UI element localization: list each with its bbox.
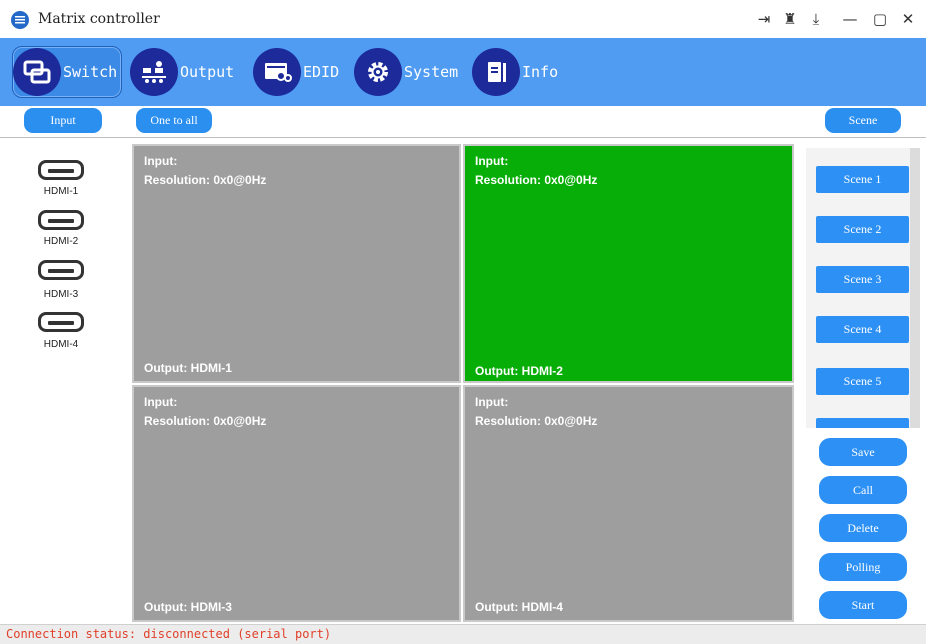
tile-resolution: Resolution: 0x0@0Hz xyxy=(144,414,267,428)
input-list: HDMI-1 HDMI-2 HDMI-3 HDMI-4 xyxy=(0,138,124,624)
minimize-button[interactable]: — xyxy=(838,7,862,31)
tab-output[interactable]: Output xyxy=(130,46,240,98)
main-toolbar: Switch Output EDID System Info xyxy=(0,38,926,106)
tab-switch[interactable]: Switch xyxy=(12,46,122,98)
one-to-all-button[interactable]: One to all xyxy=(136,108,212,133)
tile-output: Output: HDMI-1 xyxy=(144,361,232,375)
download-icon[interactable]: ⤓ xyxy=(804,7,828,31)
tab-info-label: Info xyxy=(522,63,559,81)
delete-button[interactable]: Delete xyxy=(819,514,907,542)
scene-list: Scene 1 Scene 2 Scene 3 Scene 4 Scene 5 xyxy=(806,148,920,428)
scene-item[interactable]: Scene 4 xyxy=(816,316,909,343)
tab-edid-label: EDID xyxy=(303,63,340,81)
tile-output: Output: HDMI-3 xyxy=(144,600,232,614)
tile-input: Input: xyxy=(475,154,509,168)
tile-resolution: Resolution: 0x0@0Hz xyxy=(475,414,598,428)
tab-system[interactable]: System xyxy=(354,46,464,98)
scene-item[interactable]: Scene 2 xyxy=(816,216,909,243)
status-bar: Connection status: disconnected (serial … xyxy=(0,624,926,644)
hdmi-port-icon[interactable] xyxy=(38,210,84,230)
scene-item[interactable]: Scene 1 xyxy=(816,166,909,193)
window-title: Matrix controller xyxy=(38,11,160,27)
pin-icon[interactable]: ♜ xyxy=(778,7,802,31)
input-label: HDMI-2 xyxy=(43,236,79,247)
tile-input: Input: xyxy=(475,395,509,409)
connection-status: Connection status: disconnected (serial … xyxy=(6,627,332,641)
input-button[interactable]: Input xyxy=(24,108,102,133)
tile-input: Input: xyxy=(144,154,178,168)
output-tile[interactable]: Input: Resolution: 0x0@0Hz Output: HDMI-… xyxy=(132,385,461,622)
save-button[interactable]: Save xyxy=(819,438,907,466)
scene-item[interactable]: Scene 3 xyxy=(816,266,909,293)
tab-edid[interactable]: EDID xyxy=(253,46,343,98)
output-grid: Input: Resolution: 0x0@0Hz Output: HDMI-… xyxy=(124,138,804,624)
gear-icon xyxy=(354,48,402,96)
switch-icon xyxy=(13,48,61,96)
scene-item[interactable]: Scene 5 xyxy=(816,368,909,395)
logout-icon[interactable]: ⇥ xyxy=(752,7,776,31)
tile-output: Output: HDMI-4 xyxy=(475,600,563,614)
app-icon xyxy=(11,11,29,29)
tab-switch-label: Switch xyxy=(63,63,118,81)
tab-output-label: Output xyxy=(180,63,235,81)
tile-input: Input: xyxy=(144,395,178,409)
output-tile[interactable]: Input: Resolution: 0x0@0Hz Output: HDMI-… xyxy=(132,144,461,383)
tile-resolution: Resolution: 0x0@0Hz xyxy=(144,173,267,187)
tab-info[interactable]: Info xyxy=(472,46,562,98)
edid-icon xyxy=(253,48,301,96)
maximize-button[interactable]: ▢ xyxy=(868,7,892,31)
tile-resolution: Resolution: 0x0@0Hz xyxy=(475,173,598,187)
scene-button[interactable]: Scene xyxy=(825,108,901,133)
close-button[interactable]: ✕ xyxy=(896,7,920,31)
hdmi-port-icon[interactable] xyxy=(38,260,84,280)
scene-item-partial[interactable] xyxy=(816,418,909,428)
input-label: HDMI-4 xyxy=(43,339,79,350)
output-tile[interactable]: Input: Resolution: 0x0@0Hz Output: HDMI-… xyxy=(463,385,794,622)
tab-system-label: System xyxy=(404,63,459,81)
polling-button[interactable]: Polling xyxy=(819,553,907,581)
hdmi-port-icon[interactable] xyxy=(38,160,84,180)
title-bar: Matrix controller ⇥ ♜ ⤓ — ▢ ✕ xyxy=(0,0,926,38)
output-icon xyxy=(130,48,178,96)
start-button[interactable]: Start xyxy=(819,591,907,619)
input-label: HDMI-1 xyxy=(43,186,79,197)
info-icon xyxy=(472,48,520,96)
hdmi-port-icon[interactable] xyxy=(38,312,84,332)
tile-output: Output: HDMI-2 xyxy=(475,364,563,378)
output-tile[interactable]: Input: Resolution: 0x0@0Hz Output: HDMI-… xyxy=(463,144,794,383)
input-label: HDMI-3 xyxy=(43,289,79,300)
call-button[interactable]: Call xyxy=(819,476,907,504)
